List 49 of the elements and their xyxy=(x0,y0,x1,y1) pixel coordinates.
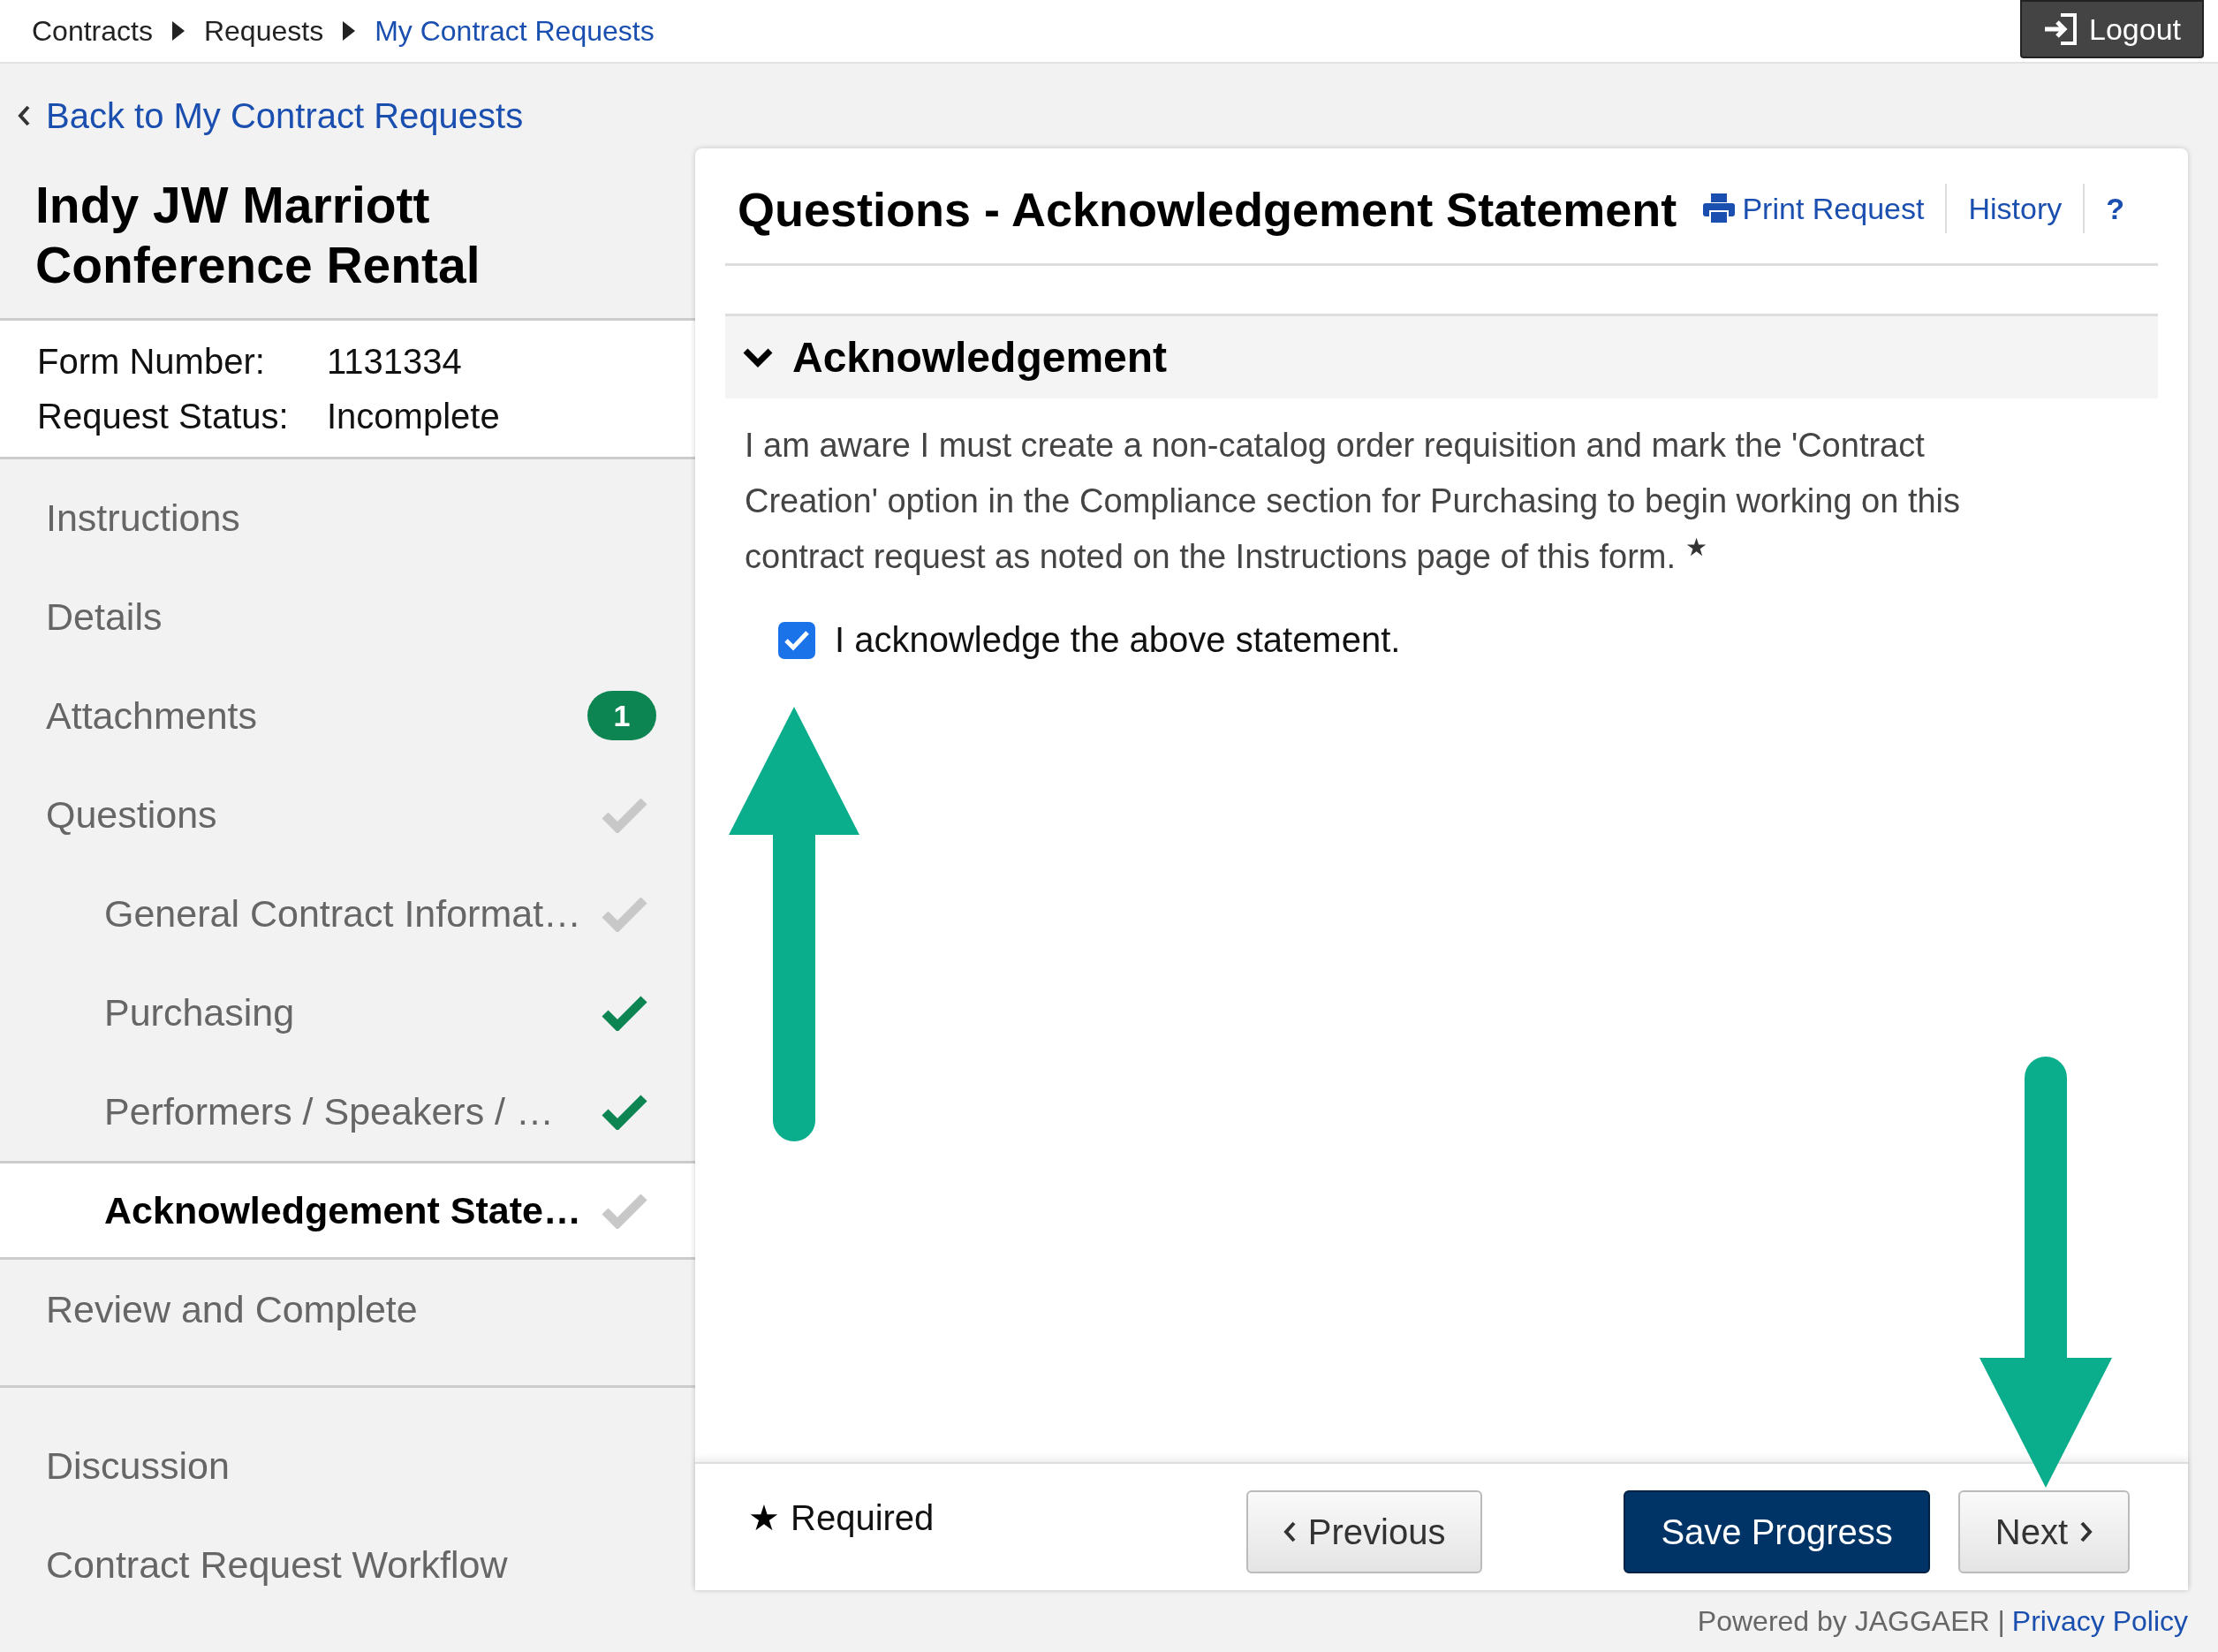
header-link[interactable]: History xyxy=(1945,184,2084,233)
privacy-policy-link[interactable]: Privacy Policy xyxy=(2011,1604,2188,1638)
breadcrumb-link[interactable]: My Contract Requests xyxy=(375,14,655,48)
logout-icon xyxy=(2043,13,2078,45)
powered-by-text: Powered by JAGGAER | xyxy=(1697,1604,2005,1638)
checkbox[interactable] xyxy=(778,621,815,659)
chevron-right-icon xyxy=(2080,1521,2093,1542)
breadcrumb-link[interactable]: Contracts xyxy=(32,14,153,48)
required-legend-mark: ★ xyxy=(748,1497,780,1538)
info-label: Form Number: xyxy=(37,341,266,383)
sidebar-item[interactable]: Instructions xyxy=(0,468,695,567)
chevron-left-icon xyxy=(1283,1521,1296,1542)
breadcrumb-link[interactable]: Requests xyxy=(203,14,324,48)
sidebar-item[interactable]: Discussion xyxy=(0,1416,695,1515)
check-icon xyxy=(602,796,647,833)
section-header[interactable]: Acknowledgement xyxy=(725,314,2158,398)
printer-icon xyxy=(1703,193,1736,224)
info-label: Request Status: xyxy=(37,396,290,437)
sidebar-item[interactable]: Performers / Speakers / … xyxy=(0,1062,695,1161)
sidebar-item[interactable]: Acknowledgement State… xyxy=(0,1161,695,1260)
caret-icon xyxy=(343,21,356,41)
page-title: Questions - Acknowledgement Statement xyxy=(738,182,1677,237)
sidebar-item[interactable]: General Contract Informat… xyxy=(0,864,695,963)
check-icon xyxy=(602,1093,647,1130)
previous-button[interactable]: Previous xyxy=(1245,1490,1483,1573)
chevron-down-icon xyxy=(743,347,773,368)
save-progress-button[interactable]: Save Progress xyxy=(1624,1490,1930,1573)
sidebar-item[interactable]: Review and Complete xyxy=(0,1260,695,1359)
caret-icon xyxy=(171,21,185,41)
count-badge: 1 xyxy=(587,691,656,740)
checkbox-label: I acknowledge the above statement. xyxy=(835,620,1401,660)
required-legend-text: Required xyxy=(791,1497,935,1538)
sidebar-item[interactable]: Contract Request Workflow xyxy=(0,1515,695,1614)
check-icon xyxy=(602,994,647,1031)
info-value: 1131334 xyxy=(327,341,463,383)
sidebar-item[interactable]: Attachments 1 xyxy=(0,666,695,765)
sidebar-item[interactable]: Details xyxy=(0,567,695,666)
sidebar-item[interactable]: Questions xyxy=(0,765,695,864)
header-link[interactable]: Print Request xyxy=(1682,184,1946,233)
chevron-left-icon xyxy=(18,105,30,126)
back-link[interactable]: Back to My Contract Requests xyxy=(18,95,524,136)
sidebar-item[interactable]: Purchasing xyxy=(0,963,695,1062)
statement-text: I am aware I must create a non-catalog order requisition and mark the 'Contract Creation' option in the Compliance section for Purchasing to begin working on this contract request as noted on the Instructions page of this form. $^{★}$ xyxy=(745,426,1962,577)
check-icon xyxy=(602,1192,647,1229)
check-icon xyxy=(602,895,647,932)
info-value: Incomplete xyxy=(327,396,501,437)
logout-button[interactable]: Logout xyxy=(2020,0,2204,58)
next-button[interactable]: Next xyxy=(1957,1490,2130,1573)
help-link[interactable]: ? xyxy=(2083,184,2146,233)
